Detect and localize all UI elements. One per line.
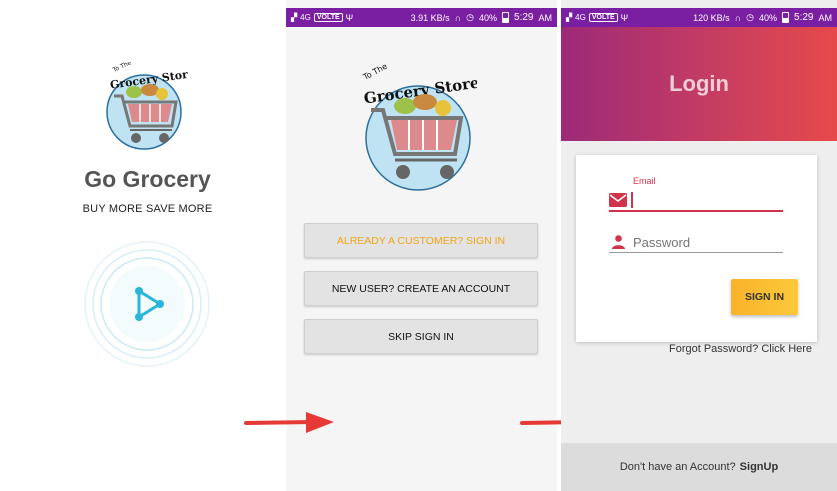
- signup-link[interactable]: SignUp: [740, 461, 779, 473]
- password-input[interactable]: [633, 233, 783, 251]
- clock-time: 5:29: [514, 12, 534, 23]
- battery-percent: 40%: [759, 12, 778, 23]
- play-icon: [84, 241, 210, 367]
- sign-in-button[interactable]: SIGN IN: [731, 279, 798, 315]
- network-speed: 120 KB/s: [693, 12, 730, 23]
- network-type: 4G: [575, 13, 586, 22]
- already-customer-sign-in-button[interactable]: ALREADY A CUSTOMER? SIGN IN: [304, 223, 538, 258]
- logo-text-top: To The: [361, 62, 389, 83]
- network-type: 4G: [300, 13, 311, 22]
- network-speed: 3.91 KB/s: [410, 12, 450, 23]
- usb-icon: Ψ: [620, 12, 629, 23]
- alarm-icon: ◷: [746, 12, 755, 22]
- grocery-store-logo: To The Grocery Store: [100, 59, 196, 154]
- email-underline: [609, 210, 783, 212]
- email-input[interactable]: [631, 190, 781, 210]
- status-bar: ▞ 4G VOLTE Ψ 120 KB/s ∩ ◷ 40% 5:29 AM: [561, 8, 837, 27]
- battery-percent: 40%: [479, 12, 498, 23]
- text-cursor: [631, 192, 633, 208]
- no-account-text: Don't have an Account?: [619, 461, 736, 473]
- login-header: Login: [561, 27, 837, 141]
- person-icon: [612, 235, 625, 249]
- forgot-password-link[interactable]: Forgot Password? Click Here: [669, 343, 812, 355]
- status-bar: ▞ 4G VOLTE Ψ 3.91 KB/s ∩ ◷ 40% 5:29 AM: [286, 8, 557, 27]
- signup-bar: Don't have an Account? SignUp: [561, 443, 837, 491]
- login-title: Login: [669, 71, 729, 96]
- battery-icon: [782, 12, 790, 23]
- logo-text-top: To The: [111, 62, 133, 74]
- email-label: Email: [633, 176, 656, 186]
- app-tagline: BUY MORE SAVE MORE: [82, 203, 213, 215]
- skip-sign-in-button[interactable]: SKIP SIGN IN: [304, 319, 538, 354]
- volte-badge: VOLTE: [588, 13, 618, 22]
- grocery-store-logo: To The Grocery Store: [359, 58, 481, 194]
- headset-icon: ∩: [734, 12, 742, 23]
- headset-icon: ∩: [454, 12, 462, 23]
- login-card: Email SIGN IN: [576, 155, 817, 342]
- create-account-button[interactable]: NEW USER? CREATE AN ACCOUNT: [304, 271, 538, 306]
- clock-ampm: AM: [538, 12, 553, 23]
- battery-icon: [502, 12, 510, 23]
- signal-icon: ▞: [566, 13, 573, 22]
- app-title: Go Grocery: [84, 166, 211, 192]
- arrow-right-icon: [244, 412, 334, 433]
- email-icon: [609, 193, 627, 207]
- play-ripple-button[interactable]: [83, 240, 211, 368]
- alarm-icon: ◷: [466, 12, 475, 22]
- volte-badge: VOLTE: [313, 13, 343, 22]
- cart-logo-icon: To The Grocery Store: [106, 59, 196, 150]
- cart-logo-icon: To The Grocery Store: [361, 62, 481, 191]
- clock-time: 5:29: [794, 12, 814, 23]
- usb-icon: Ψ: [345, 12, 354, 23]
- splash-screen: To The Grocery Store Go Grocery BUY MORE…: [0, 0, 285, 491]
- login-screen: ▞ 4G VOLTE Ψ 120 KB/s ∩ ◷ 40% 5:29 AM Lo…: [561, 0, 837, 491]
- password-underline: [609, 252, 783, 253]
- clock-ampm: AM: [818, 12, 833, 23]
- signal-icon: ▞: [291, 13, 298, 22]
